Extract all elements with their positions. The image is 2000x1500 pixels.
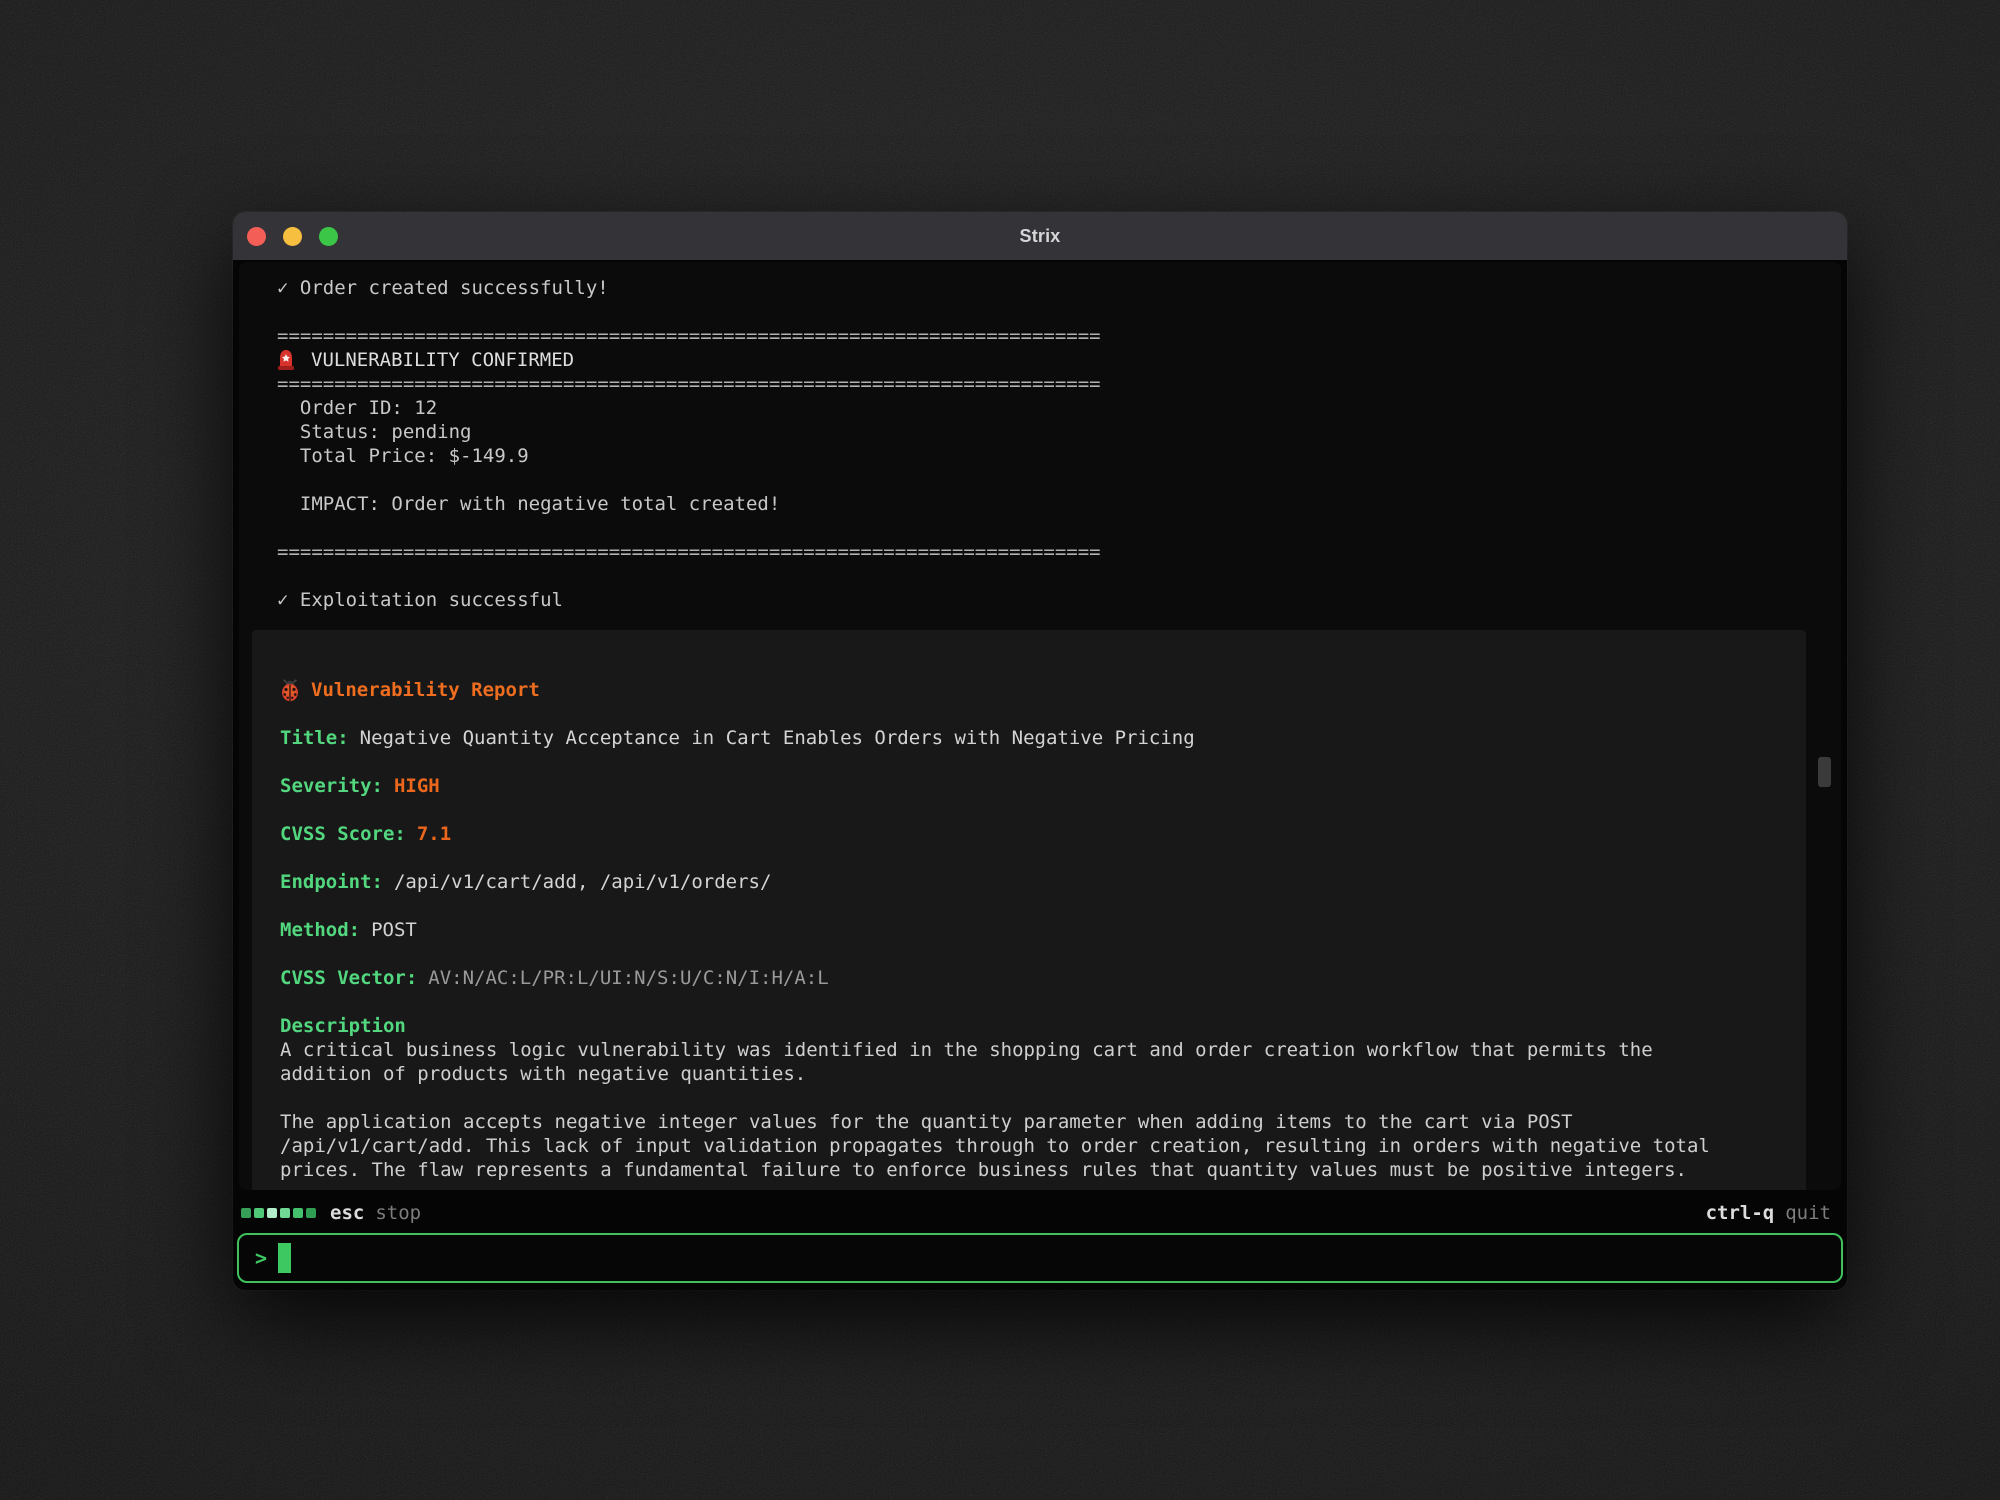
- log-blank: [277, 300, 1841, 324]
- title-label: Title:: [280, 726, 349, 750]
- ctrl-q-key-hint[interactable]: ctrl-q: [1706, 1202, 1775, 1224]
- log-impact: IMPACT: Order with negative total create…: [277, 492, 1841, 516]
- minimize-button[interactable]: [283, 227, 302, 246]
- status-right-group: ctrl-q quit: [1706, 1202, 1831, 1224]
- report-cvss-score-row: CVSS Score: 7.1: [280, 822, 1778, 846]
- report-severity-row: Severity: HIGH: [280, 774, 1778, 798]
- terminal-log: ✓ Order created successfully! ==========…: [239, 262, 1841, 612]
- description-paragraph-2: The application accepts negative integer…: [280, 1110, 1778, 1182]
- scrollbar-thumb[interactable]: [1818, 757, 1831, 787]
- title-bar[interactable]: Strix: [233, 212, 1847, 260]
- report-endpoint-row: Endpoint: /api/v1/cart/add, /api/v1/orde…: [280, 870, 1778, 894]
- description-paragraph-1: A critical business logic vulnerability …: [280, 1038, 1778, 1086]
- log-total-price: Total Price: $-149.9: [277, 444, 1841, 468]
- window-title: Strix: [1019, 226, 1060, 247]
- cvss-score-label: CVSS Score:: [280, 822, 406, 846]
- zoom-button[interactable]: [319, 227, 338, 246]
- text-cursor: [278, 1243, 291, 1273]
- vuln-confirmed-text: VULNERABILITY CONFIRMED: [311, 348, 574, 372]
- log-order-created: ✓ Order created successfully!: [277, 276, 1841, 300]
- method-value: POST: [371, 918, 417, 942]
- severity-label: Severity:: [280, 774, 383, 798]
- spinner-square: [293, 1208, 303, 1218]
- report-method-row: Method: POST: [280, 918, 1778, 942]
- cvss-score-value: 7.1: [417, 822, 451, 846]
- severity-value: HIGH: [394, 774, 440, 798]
- spinner-square: [306, 1208, 316, 1218]
- desktop-background: Strix ✓ Order created successfully! ====…: [0, 0, 2000, 1500]
- quit-action-label: quit: [1785, 1202, 1831, 1224]
- endpoint-label: Endpoint:: [280, 870, 383, 894]
- esc-key-hint[interactable]: esc: [330, 1202, 364, 1224]
- log-blank: [277, 468, 1841, 492]
- endpoint-value: /api/v1/cart/add, /api/v1/orders/: [394, 870, 772, 894]
- progress-spinner-icon: [241, 1208, 316, 1218]
- spinner-square: [241, 1208, 251, 1218]
- report-cvss-vector-row: CVSS Vector: AV:N/AC:L/PR:L/UI:N/S:U/C:N…: [280, 966, 1778, 990]
- log-exploitation: ✓ Exploitation successful: [277, 588, 1841, 612]
- traffic-lights: [247, 212, 338, 260]
- log-blank: [277, 516, 1841, 540]
- status-left-group: esc stop: [241, 1202, 421, 1224]
- separator-line: ========================================…: [277, 372, 1841, 396]
- log-order-id: Order ID: 12: [277, 396, 1841, 420]
- command-input[interactable]: >: [237, 1233, 1843, 1283]
- spinner-square: [280, 1208, 290, 1218]
- report-header-row: Vulnerability Report: [280, 678, 1778, 702]
- log-blank: [277, 564, 1841, 588]
- log-status: Status: pending: [277, 420, 1841, 444]
- rotating-light-icon: [277, 349, 295, 371]
- prompt-symbol: >: [255, 1246, 267, 1270]
- close-button[interactable]: [247, 227, 266, 246]
- app-window: Strix ✓ Order created successfully! ====…: [233, 212, 1847, 1290]
- status-bar: esc stop ctrl-q quit: [241, 1200, 1831, 1226]
- title-value: Negative Quantity Acceptance in Cart Ena…: [360, 726, 1195, 750]
- separator-line: ========================================…: [277, 324, 1841, 348]
- method-label: Method:: [280, 918, 360, 942]
- terminal-scroll-region[interactable]: ✓ Order created successfully! ==========…: [239, 262, 1841, 1190]
- ladybug-icon: [280, 679, 300, 702]
- separator-line: ========================================…: [277, 540, 1841, 564]
- report-panel: Vulnerability Report Title: Negative Qua…: [252, 630, 1806, 1190]
- stop-action-label: stop: [375, 1202, 421, 1224]
- vuln-confirmed-heading: VULNERABILITY CONFIRMED: [277, 348, 1841, 372]
- spinner-square: [254, 1208, 264, 1218]
- report-header: Vulnerability Report: [311, 678, 540, 702]
- cvss-vector-label: CVSS Vector:: [280, 966, 417, 990]
- description-heading: Description: [280, 1014, 1778, 1038]
- report-title-row: Title: Negative Quantity Acceptance in C…: [280, 726, 1778, 750]
- cvss-vector-value: AV:N/AC:L/PR:L/UI:N/S:U/C:N/I:H/A:L: [428, 966, 828, 990]
- spinner-square: [267, 1208, 277, 1218]
